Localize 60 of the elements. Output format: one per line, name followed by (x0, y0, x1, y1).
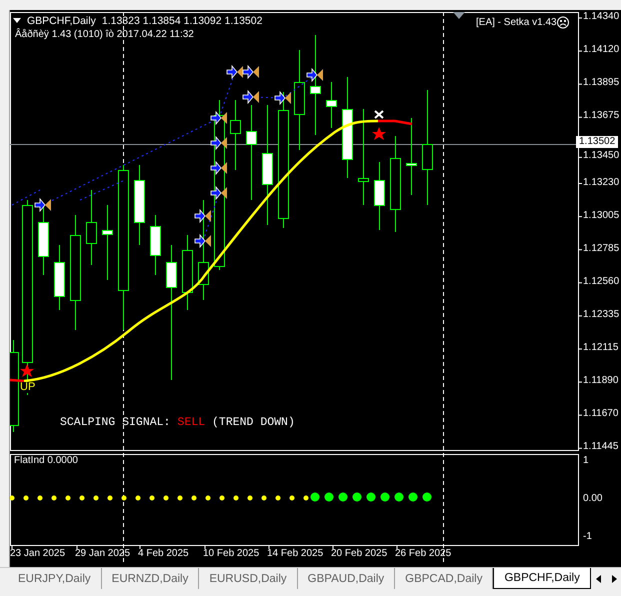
price-label: 1.13450 (583, 150, 620, 162)
date-label: 20 Feb 2025 (331, 548, 388, 559)
price-label: 1.13895 (583, 77, 620, 88)
candle (374, 162, 385, 230)
date-label: 14 Feb 2025 (267, 548, 324, 559)
indicator-name: FlatInd 0.0000 (14, 455, 78, 466)
current-price-label: 1.13502 (576, 136, 618, 148)
symbol-title: GBPCHF,Daily (27, 15, 96, 27)
candle (230, 100, 241, 170)
dropdown-icon[interactable] (13, 18, 21, 24)
face-icon (557, 16, 569, 28)
ohlc-values: 1.13323 1.13854 1.13092 1.13502 (102, 15, 262, 27)
indicator-axis-label: -1 (583, 531, 592, 542)
arrow-icon (194, 234, 211, 248)
indicator-axis-label: 0.00 (583, 493, 602, 504)
price-label: 1.14120 (583, 44, 620, 56)
trend-marker: UP (19, 382, 36, 393)
indicator-axis-label: 1 (583, 455, 589, 466)
arrow-icon (194, 208, 211, 224)
arrow-icon (210, 136, 227, 150)
chart-tab[interactable]: GBPCHF,Daily (493, 568, 591, 589)
price-label: 1.11445 (583, 441, 618, 452)
price-label: 1.12115 (583, 342, 618, 353)
date-label: 23 Jan 2025 (10, 548, 66, 559)
ea-label: [EA] - Setka v1.43 (476, 17, 557, 28)
date-label: 4 Feb 2025 (138, 548, 189, 559)
arrow-icon (306, 68, 323, 82)
arrow-icon (210, 160, 227, 176)
scroll-left-icon[interactable] (594, 574, 603, 584)
price-label: 1.12785 (583, 242, 620, 254)
signal-label: SCALPING SIGNAL: (60, 416, 170, 429)
price-label: 1.13005 (583, 210, 620, 221)
arrow-icon (226, 64, 243, 80)
arrow-icon (34, 198, 51, 212)
signal-trend: (TREND DOWN) (212, 416, 295, 429)
arrow-icon (242, 64, 259, 80)
date-label: 29 Jan 2025 (75, 548, 130, 559)
date-label: 10 Feb 2025 (203, 548, 260, 559)
arrow-icon (242, 90, 259, 104)
candle (150, 214, 161, 276)
price-label: 1.11890 (583, 375, 618, 386)
candle (54, 244, 65, 310)
cross-icon (374, 110, 384, 119)
arrow-icon (210, 110, 227, 126)
price-label: 1.14340 (583, 11, 620, 22)
candle (38, 204, 49, 276)
candle (326, 82, 337, 128)
price-label: 1.11670 (583, 408, 618, 420)
price-label: 1.13230 (583, 176, 620, 188)
version-text: Âåðñèÿ 1.43 (1010) îò 2017.04.22 11:32 (15, 29, 194, 40)
price-label: 1.13675 (583, 110, 620, 122)
date-label: 26 Feb 2025 (395, 548, 452, 559)
price-label: 1.12560 (583, 276, 620, 287)
signal-value: SELL (177, 416, 206, 429)
shift-marker-icon (453, 12, 465, 19)
arrow-icon (210, 186, 227, 200)
star-icon (372, 127, 386, 140)
price-label: 1.12335 (583, 308, 620, 320)
star-icon (20, 364, 34, 377)
arrow-icon (274, 90, 291, 106)
